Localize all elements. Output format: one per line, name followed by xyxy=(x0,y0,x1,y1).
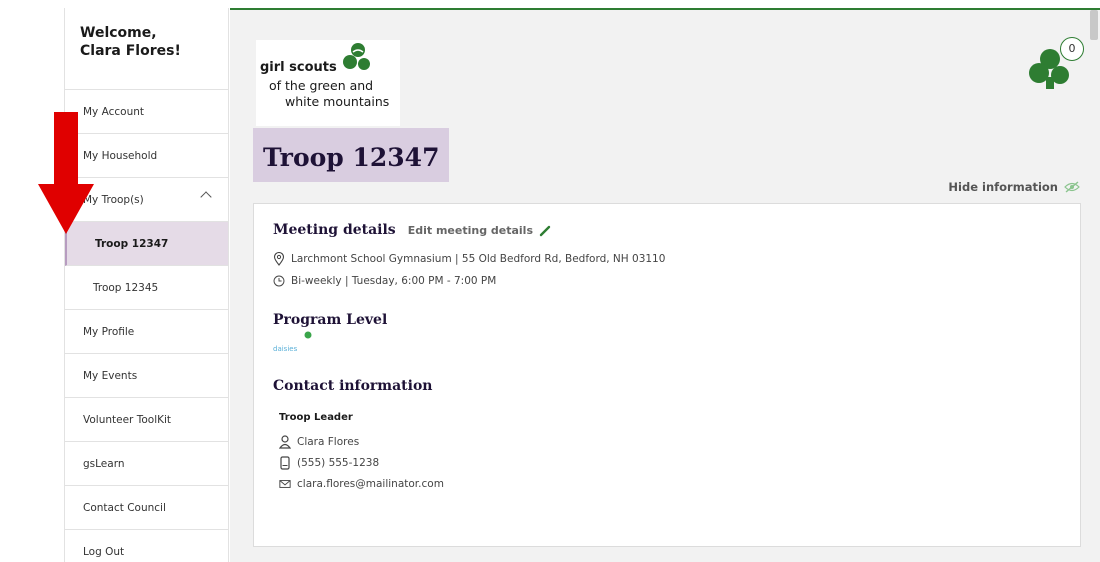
sidebar-item-label: Troop 12347 xyxy=(95,237,169,250)
edit-meeting-details-label: Edit meeting details xyxy=(407,224,533,237)
flower-icon xyxy=(304,331,312,339)
logo-line-3: white mountains xyxy=(285,94,390,109)
page-title: Troop 12347 xyxy=(253,128,449,182)
cart-button[interactable]: 0 xyxy=(1028,37,1084,93)
scrollbar-track[interactable] xyxy=(1090,10,1098,562)
contact-email-text[interactable]: clara.flores@mailinator.com xyxy=(297,478,444,490)
contact-information-heading: Contact information xyxy=(273,378,433,394)
phone-icon xyxy=(280,456,290,470)
program-level-badge: daisies xyxy=(273,331,1080,356)
sidebar-item-contact-council[interactable]: Contact Council xyxy=(65,486,228,530)
edit-meeting-details-link[interactable]: Edit meeting details xyxy=(408,224,551,237)
contact-phone-text[interactable]: (555) 555-1238 xyxy=(297,457,379,469)
sidebar-item-my-profile[interactable]: My Profile xyxy=(65,310,228,354)
meeting-schedule-text: Bi-weekly | Tuesday, 6:00 PM - 7:00 PM xyxy=(291,275,497,287)
sidebar-item-label: Volunteer ToolKit xyxy=(83,413,172,426)
sidebar-item-gslearn[interactable]: gsLearn xyxy=(65,442,228,486)
sidebar-item-label: gsLearn xyxy=(83,457,125,470)
trefoil-logo-icon xyxy=(343,43,370,70)
welcome-line-2: Clara Flores! xyxy=(80,43,181,59)
contact-name: Clara Flores xyxy=(273,435,1080,449)
council-logo[interactable]: girl scouts of the green and white mount… xyxy=(256,40,400,126)
meeting-schedule: Bi-weekly | Tuesday, 6:00 PM - 7:00 PM xyxy=(273,274,1080,288)
program-level-heading: Program Level xyxy=(273,312,388,328)
logo-line-2: of the green and xyxy=(269,78,374,93)
sidebar-item-label: Troop 12345 xyxy=(93,281,159,294)
welcome-message: Welcome, Clara Flores! xyxy=(65,8,228,90)
scrollbar-thumb[interactable] xyxy=(1090,10,1098,40)
chevron-up-icon[interactable] xyxy=(200,191,212,203)
clock-icon xyxy=(273,275,285,287)
sidebar-item-my-events[interactable]: My Events xyxy=(65,354,228,398)
cart-count-badge: 0 xyxy=(1060,37,1084,61)
hide-information-label: Hide information xyxy=(948,180,1058,194)
logo-line-1: girl scouts xyxy=(260,60,337,75)
sidebar-item-label: My Household xyxy=(83,149,158,162)
contact-phone: (555) 555-1238 xyxy=(273,456,1080,470)
contact-email: clara.flores@mailinator.com xyxy=(273,477,1080,491)
mail-icon xyxy=(279,480,291,488)
main-content: girl scouts of the green and white mount… xyxy=(230,8,1100,562)
sidebar-item-label: My Profile xyxy=(83,325,135,338)
sidebar-item-troop-12345[interactable]: Troop 12345 xyxy=(65,266,228,310)
contact-role: Troop Leader xyxy=(279,412,353,423)
sidebar-item-label: My Events xyxy=(83,369,138,382)
sidebar-item-label: Log Out xyxy=(83,546,125,558)
meeting-location-text: Larchmont School Gymnasium | 55 Old Bedf… xyxy=(291,253,666,265)
map-pin-icon xyxy=(273,252,285,266)
welcome-line-1: Welcome, xyxy=(80,25,157,41)
troop-info-card: Meeting details Edit meeting details Lar… xyxy=(253,203,1081,547)
contact-name-text: Clara Flores xyxy=(297,436,360,448)
sidebar-item-label: Contact Council xyxy=(83,501,166,514)
sidebar: Welcome, Clara Flores! My Account My Hou… xyxy=(64,8,229,562)
arrow-down-icon xyxy=(38,112,94,234)
meeting-location: Larchmont School Gymnasium | 55 Old Bedf… xyxy=(273,252,1080,266)
hide-information-toggle[interactable]: Hide information xyxy=(948,180,1080,194)
eye-slash-icon xyxy=(1064,181,1080,193)
pencil-icon xyxy=(539,225,551,236)
meeting-details-heading: Meeting details xyxy=(273,222,396,238)
person-icon xyxy=(279,435,291,449)
sidebar-item-log-out[interactable]: Log Out xyxy=(65,530,228,562)
sidebar-item-volunteer-toolkit[interactable]: Volunteer ToolKit xyxy=(65,398,228,442)
program-level-badge-text: daisies xyxy=(273,345,298,353)
